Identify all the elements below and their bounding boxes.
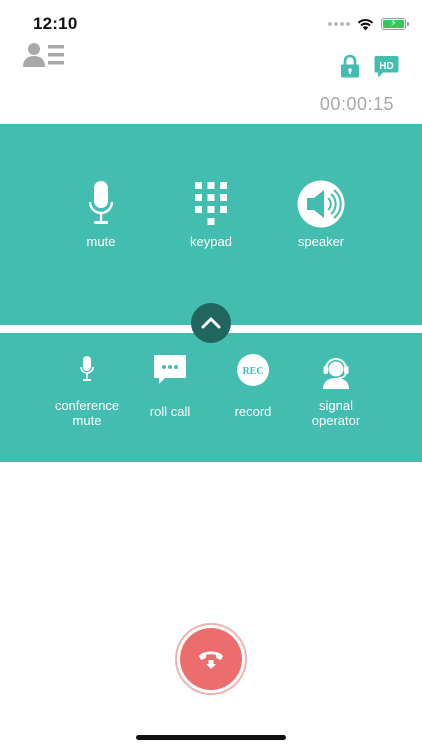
call-control-panel: mute keypad speaker conference mute roll… [0,124,422,462]
status-bar: 12:10 ⚡ [0,0,422,44]
record-label: record [234,404,272,419]
hang-up-icon [199,651,223,669]
speaker-button[interactable]: speaker [286,180,356,249]
record-icon-text: REC [242,366,263,377]
microphone-icon [88,181,114,224]
hang-up-button[interactable] [175,623,247,695]
roll-call-label: roll call [149,404,191,419]
collapse-button[interactable] [191,303,231,343]
hd-badge-label: HD [379,61,393,72]
mute-button[interactable]: mute [66,180,136,249]
chevron-up-icon [201,317,221,329]
hang-up-circle [180,628,242,690]
operator-headset-icon [323,358,349,389]
wifi-icon [357,18,374,30]
record-button[interactable]: REC record [218,354,288,419]
signal-dots-icon [328,22,350,26]
hd-badge-icon: HD [374,56,399,78]
home-indicator [136,735,286,740]
speaker-icon [297,180,345,228]
microphone-icon [80,356,94,381]
record-icon: REC [237,354,269,386]
lock-icon [341,54,359,78]
conference-mute-label: conference mute [54,398,120,428]
keypad-icon [195,182,227,225]
status-time: 12:10 [33,14,78,33]
keypad-button[interactable]: keypad [176,180,246,249]
chat-bubble-icon [154,355,186,384]
mute-label: mute [86,234,116,249]
call-timer: 00:00:15 [319,94,394,114]
contact-card-icon[interactable] [22,40,66,72]
conference-mute-button[interactable]: conference mute [47,354,127,428]
speaker-label: speaker [297,234,345,249]
roll-call-button[interactable]: roll call [135,354,205,419]
signal-operator-button[interactable]: signal operator [296,354,376,428]
signal-operator-label: signal operator [311,398,361,428]
battery-charging-icon: ⚡ [381,18,409,30]
keypad-label: keypad [190,234,232,249]
status-icons: ⚡ [328,16,409,32]
